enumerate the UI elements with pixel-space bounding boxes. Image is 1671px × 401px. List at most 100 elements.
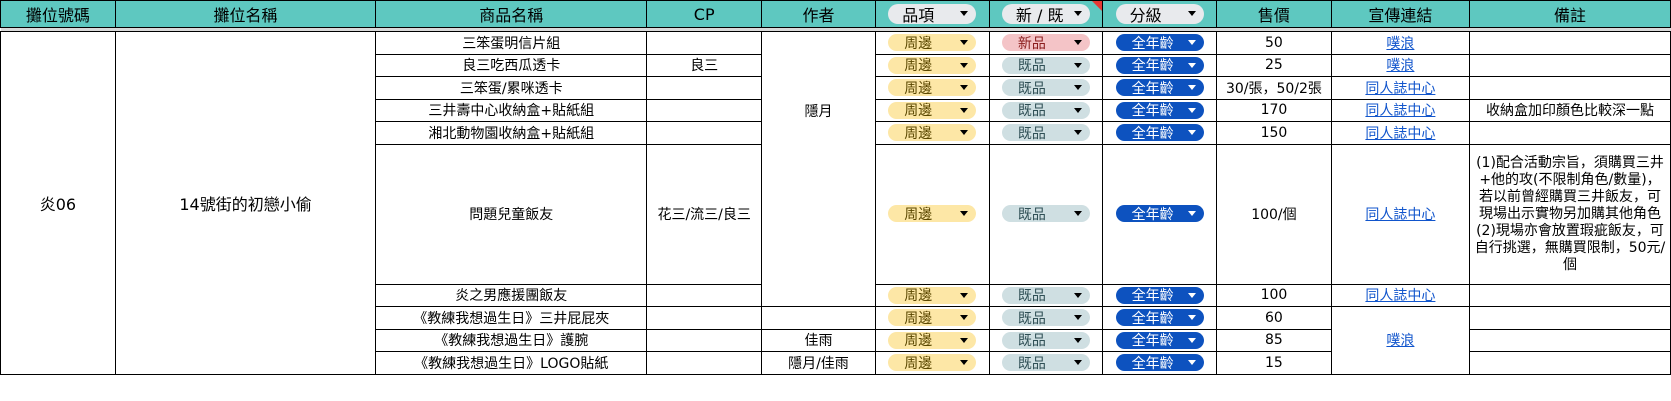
cp-cell <box>646 31 763 55</box>
price-cell: 100 <box>1216 283 1332 307</box>
note-cell: (1)配合活動宗旨，須購買三井+他的攻(不限制角色/數量)，若以前曾經購買三井飯… <box>1469 143 1671 285</box>
dropdown-arrow-icon <box>960 360 969 365</box>
promo-link-cell: 同人誌中心 <box>1330 283 1471 307</box>
rating-select[interactable]: 全年齡 <box>1102 121 1218 145</box>
note-cell <box>1469 121 1671 145</box>
dropdown-arrow-icon <box>1073 337 1082 343</box>
product-cell: 《教練我想過生日》LOGO貼紙 <box>375 351 648 375</box>
note-cell: 收納盒加印顏色比較深一點 <box>1469 98 1671 122</box>
new-old-select[interactable]: 既品 <box>988 76 1104 100</box>
product-sheet: 攤位號碼 攤位名稱 商品名稱 CP 作者 品項 新 / 既 分級 售價 宣傳連結… <box>0 0 1671 375</box>
header-note: 備註 <box>1469 0 1671 28</box>
new-old-select[interactable]: 既品 <box>988 306 1104 330</box>
dropdown-arrow-icon <box>1073 11 1082 16</box>
dropdown-arrow-icon <box>1187 11 1196 16</box>
new-old-select[interactable]: 既品 <box>988 283 1104 307</box>
cp-cell <box>646 283 763 307</box>
rating-select[interactable]: 全年齡 <box>1102 306 1218 330</box>
header-new-old-filter[interactable]: 新 / 既 <box>988 0 1104 28</box>
dropdown-arrow-icon <box>1187 130 1196 135</box>
doujin-center-link[interactable]: 同人誌中心 <box>1365 81 1435 97</box>
category-select[interactable]: 周邊 <box>874 31 990 55</box>
table-row: 炎06 14號街的初戀小偷 三笨蛋明信片組 隱月 周邊 新品 全年齡 50 噗浪 <box>0 31 1671 375</box>
category-select[interactable]: 周邊 <box>874 351 990 375</box>
header-cp: CP <box>646 0 763 28</box>
rating-select[interactable]: 全年齡 <box>1102 283 1218 307</box>
dropdown-arrow-icon <box>1073 107 1082 113</box>
dropdown-arrow-icon <box>960 62 969 68</box>
price-cell: 30/張，50/2張 <box>1216 76 1332 100</box>
promo-link-cell: 同人誌中心 <box>1330 143 1471 285</box>
category-select[interactable]: 周邊 <box>874 98 990 122</box>
category-select[interactable]: 周邊 <box>874 76 990 100</box>
header-rating-filter[interactable]: 分級 <box>1102 0 1218 28</box>
dropdown-arrow-icon <box>960 211 969 217</box>
doujin-center-link[interactable]: 同人誌中心 <box>1365 207 1435 223</box>
product-cell: 《教練我想過生日》三井屁屁夾 <box>375 306 648 330</box>
note-cell <box>1469 76 1671 100</box>
header-product-name: 商品名稱 <box>375 0 648 28</box>
promo-link-cell: 噗浪 <box>1330 31 1471 55</box>
cp-cell: 良三 <box>646 53 763 77</box>
category-select[interactable]: 周邊 <box>874 53 990 77</box>
rating-select[interactable]: 全年齡 <box>1102 143 1218 285</box>
category-select[interactable]: 周邊 <box>874 306 990 330</box>
new-old-select[interactable]: 既品 <box>988 143 1104 285</box>
header-category-filter[interactable]: 品項 <box>874 0 990 28</box>
new-old-select[interactable]: 既品 <box>988 351 1104 375</box>
doujin-center-link[interactable]: 同人誌中心 <box>1365 288 1435 304</box>
dropdown-arrow-icon <box>1187 211 1196 217</box>
note-cell <box>1469 31 1671 55</box>
new-old-select[interactable]: 既品 <box>988 98 1104 122</box>
new-old-select[interactable]: 既品 <box>988 53 1104 77</box>
rating-select[interactable]: 全年齡 <box>1102 53 1218 77</box>
cp-cell <box>646 328 763 352</box>
doujin-center-link[interactable]: 同人誌中心 <box>1365 126 1435 142</box>
doujin-center-link[interactable]: 同人誌中心 <box>1365 103 1435 119</box>
rating-select[interactable]: 全年齡 <box>1102 351 1218 375</box>
dropdown-arrow-icon <box>1073 40 1082 45</box>
author-cell: 隱月 <box>761 31 876 307</box>
promo-link-cell: 同人誌中心 <box>1330 121 1471 145</box>
dropdown-arrow-icon <box>1187 360 1196 365</box>
new-old-select[interactable]: 新品 <box>988 31 1104 55</box>
dropdown-arrow-icon <box>960 40 969 45</box>
cp-cell <box>646 306 763 330</box>
dropdown-arrow-icon <box>1073 62 1082 68</box>
new-old-select[interactable]: 既品 <box>988 328 1104 352</box>
header-promo-link: 宣傳連結 <box>1330 0 1471 28</box>
rating-select[interactable]: 全年齡 <box>1102 328 1218 352</box>
booth-name-cell: 14號街的初戀小偷 <box>114 31 377 375</box>
dropdown-arrow-icon <box>1187 315 1196 320</box>
note-cell <box>1469 53 1671 77</box>
plurk-link[interactable]: 噗浪 <box>1386 333 1414 349</box>
rating-select[interactable]: 全年齡 <box>1102 31 1218 55</box>
promo-link-cell: 同人誌中心 <box>1330 98 1471 122</box>
price-cell: 25 <box>1216 53 1332 77</box>
rating-select[interactable]: 全年齡 <box>1102 76 1218 100</box>
product-cell: 炎之男應援團飯友 <box>375 283 648 307</box>
category-select[interactable]: 周邊 <box>874 328 990 352</box>
new-old-select[interactable]: 既品 <box>988 121 1104 145</box>
category-select[interactable]: 周邊 <box>874 121 990 145</box>
category-select[interactable]: 周邊 <box>874 143 990 285</box>
booth-id-cell: 炎06 <box>0 31 116 375</box>
promo-link-cell: 同人誌中心 <box>1330 76 1471 100</box>
dropdown-arrow-icon <box>1187 107 1196 113</box>
note-cell <box>1469 351 1671 375</box>
dropdown-arrow-icon <box>1073 211 1082 217</box>
price-cell: 15 <box>1216 351 1332 375</box>
category-select[interactable]: 周邊 <box>874 283 990 307</box>
plurk-link[interactable]: 噗浪 <box>1386 36 1414 52</box>
plurk-link[interactable]: 噗浪 <box>1386 58 1414 74</box>
dropdown-arrow-icon <box>1073 315 1082 320</box>
dropdown-arrow-icon <box>960 130 969 135</box>
rating-select[interactable]: 全年齡 <box>1102 98 1218 122</box>
product-cell: 良三吃西瓜透卡 <box>375 53 648 77</box>
dropdown-arrow-icon <box>960 292 969 298</box>
price-cell: 100/個 <box>1216 143 1332 285</box>
product-cell: 三井壽中心收納盒+貼紙組 <box>375 98 648 122</box>
product-cell: 三笨蛋明信片組 <box>375 31 648 55</box>
dropdown-arrow-icon <box>1187 292 1196 298</box>
promo-link-cell: 噗浪 <box>1330 306 1471 375</box>
